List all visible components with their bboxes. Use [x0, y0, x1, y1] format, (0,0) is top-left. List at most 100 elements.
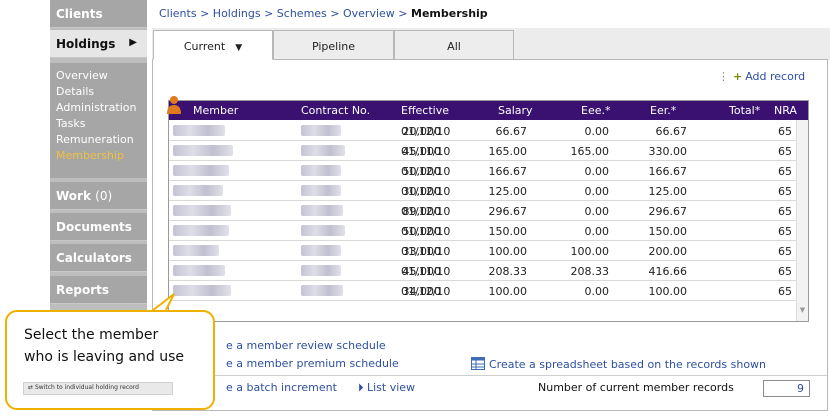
- col-nra[interactable]: NRA: [774, 104, 797, 117]
- table-row[interactable]: 01/12/10 34,000 100.00 0.00 100.00 65: [169, 281, 796, 301]
- col-member[interactable]: Member: [193, 104, 238, 117]
- cell-nra: 65: [778, 165, 792, 178]
- breadcrumb-holdings[interactable]: Holdings: [213, 7, 261, 20]
- redacted-member-name: [173, 125, 225, 136]
- cell-eer: 208.33: [570, 265, 610, 278]
- col-eer[interactable]: Eer.*: [650, 104, 676, 117]
- redacted-contract-no: [301, 125, 341, 136]
- redacted-member-name: [173, 265, 225, 276]
- cell-eee: 150.00: [488, 225, 528, 238]
- switch-holding-record-button[interactable]: ⇄ Switch to individual holding record: [23, 382, 173, 395]
- redacted-contract-no: [301, 185, 341, 196]
- tab-all[interactable]: All: [394, 30, 514, 60]
- cell-eer: 0.00: [584, 285, 610, 298]
- breadcrumb-clients[interactable]: Clients: [159, 7, 197, 20]
- breadcrumb-current: Membership: [411, 7, 488, 20]
- table-row[interactable]: 01/12/10 50,000 166.67 0.00 166.67 65: [169, 161, 796, 181]
- breadcrumb-separator: >: [200, 7, 210, 20]
- col-effective[interactable]: Effective: [401, 104, 449, 117]
- cell-nra: 65: [778, 285, 792, 298]
- cell-eee: 66.67: [495, 125, 528, 138]
- subnav-overview[interactable]: Overview: [56, 68, 147, 84]
- caret-down-icon[interactable]: ▼: [235, 43, 242, 53]
- subnav-remuneration[interactable]: Remuneration: [56, 132, 147, 148]
- add-record-button[interactable]: ⋮ + Add record: [718, 70, 805, 83]
- cell-total: 296.67: [648, 205, 688, 218]
- breadcrumb-separator: >: [398, 7, 408, 20]
- cell-nra: 65: [778, 225, 792, 238]
- table-row[interactable]: 01/12/10 89,000 296.67 0.00 296.67 65: [169, 201, 796, 221]
- cell-salary: 89,000: [402, 205, 442, 218]
- cell-nra: 65: [778, 245, 792, 258]
- nav-documents[interactable]: Documents: [50, 213, 147, 241]
- scroll-down-icon[interactable]: ▼: [797, 306, 808, 318]
- nav-holdings[interactable]: Holdings ▶: [50, 30, 147, 58]
- table-header: Member Contract No. Effective Salary Eee…: [169, 101, 808, 120]
- table-row[interactable]: 01/11/10 45,000 208.33 208.33 416.66 65: [169, 261, 796, 281]
- table-row[interactable]: 01/12/10 20,000 66.67 0.00 66.67 65: [169, 121, 796, 141]
- nav-work-label: Work: [56, 189, 91, 203]
- person-icon: [167, 96, 181, 114]
- batch-increment-link[interactable]: e a batch increment: [226, 381, 337, 394]
- cell-eee: 125.00: [488, 185, 528, 198]
- cell-eer: 0.00: [584, 225, 610, 238]
- spreadsheet-link[interactable]: Create a spreadsheet based on the record…: [471, 357, 766, 371]
- tab-current[interactable]: Current ▼: [153, 30, 273, 60]
- cell-total: 66.67: [655, 125, 688, 138]
- table-row[interactable]: 01/12/10 30,000 125.00 0.00 125.00 65: [169, 181, 796, 201]
- subnav-tasks[interactable]: Tasks: [56, 116, 147, 132]
- breadcrumb-overview[interactable]: Overview: [343, 7, 395, 20]
- cell-eer: 0.00: [584, 125, 610, 138]
- nav-calculators[interactable]: Calculators: [50, 244, 147, 272]
- tab-all-label: All: [447, 40, 461, 53]
- nav-clients-label: Clients: [56, 7, 103, 21]
- cell-nra: 65: [778, 125, 792, 138]
- drag-handle-icon: ⋮: [718, 70, 729, 83]
- redacted-member-name: [173, 285, 231, 296]
- table-row[interactable]: 01/12/10 50,000 150.00 0.00 150.00 65: [169, 221, 796, 241]
- redacted-contract-no: [301, 225, 345, 236]
- cell-nra: 65: [778, 145, 792, 158]
- cell-eer: 165.00: [570, 145, 610, 158]
- cell-salary: 45,000: [402, 145, 442, 158]
- cell-salary: 30,000: [402, 185, 442, 198]
- cell-eee: 165.00: [488, 145, 528, 158]
- cell-total: 125.00: [648, 185, 688, 198]
- instruction-callout: Select the member who is leaving and use…: [5, 310, 215, 410]
- subnav-administration[interactable]: Administration: [56, 100, 147, 116]
- callout-line-2: who is leaving and use: [24, 349, 185, 365]
- nav-clients[interactable]: Clients: [50, 0, 147, 28]
- nav-reports[interactable]: Reports: [50, 276, 147, 304]
- col-salary[interactable]: Salary: [498, 104, 533, 117]
- subnav-details[interactable]: Details: [56, 84, 147, 100]
- cell-eee: 166.67: [488, 165, 528, 178]
- col-total[interactable]: Total*: [729, 104, 760, 117]
- col-eee[interactable]: Eee.*: [581, 104, 610, 117]
- breadcrumb-separator: >: [330, 7, 340, 20]
- redacted-contract-no: [301, 145, 345, 156]
- table-row[interactable]: 01/11/10 33,000 100.00 100.00 200.00 65: [169, 241, 796, 261]
- table-scrollbar[interactable]: [796, 120, 808, 321]
- redacted-contract-no: [301, 205, 343, 216]
- cell-total: 200.00: [648, 245, 688, 258]
- review-schedule-link[interactable]: e a member review schedule: [226, 339, 386, 352]
- record-count-label: Number of current member records: [538, 381, 734, 394]
- record-count-value: 9: [763, 380, 810, 397]
- member-table: Member Contract No. Effective Salary Eee…: [168, 100, 809, 322]
- col-contract-no[interactable]: Contract No.: [301, 104, 370, 117]
- premium-schedule-link[interactable]: e a member premium schedule: [226, 357, 399, 370]
- cell-salary: 50,000: [402, 165, 442, 178]
- footer-divider: [153, 375, 827, 376]
- nav-work[interactable]: Work (0): [50, 182, 147, 210]
- cell-eer: 0.00: [584, 185, 610, 198]
- subnav-membership[interactable]: Membership: [56, 148, 147, 164]
- spreadsheet-icon: [471, 357, 485, 370]
- cell-eer: 0.00: [584, 165, 610, 178]
- table-row[interactable]: 01/11/10 45,000 165.00 165.00 330.00 65: [169, 141, 796, 161]
- tab-pipeline[interactable]: Pipeline: [273, 30, 394, 60]
- breadcrumb-schemes[interactable]: Schemes: [277, 7, 327, 20]
- switch-icon: ⇄: [28, 384, 34, 391]
- add-record-label: Add record: [745, 70, 806, 83]
- cell-total: 150.00: [648, 225, 688, 238]
- list-view-link[interactable]: ⏵ List view: [358, 381, 415, 395]
